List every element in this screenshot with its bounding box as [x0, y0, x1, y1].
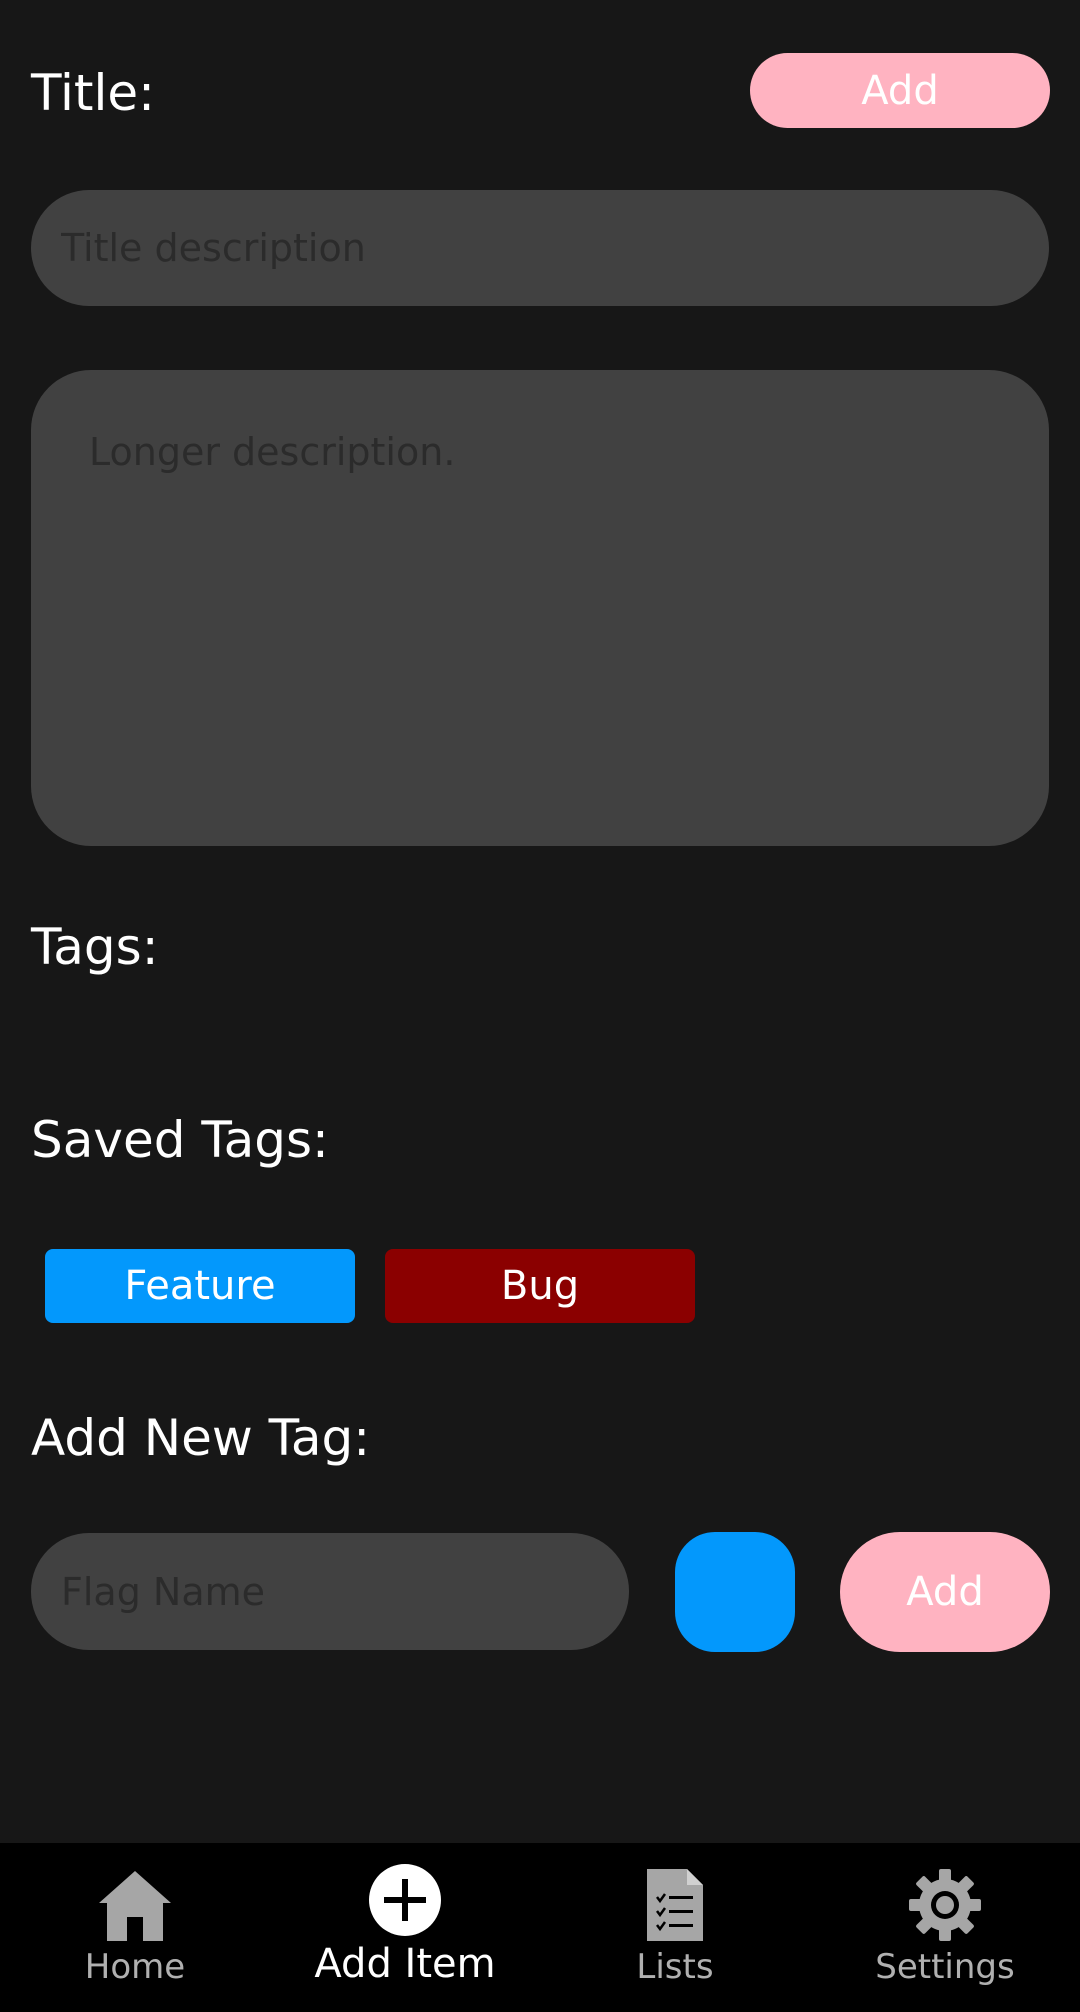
- gear-icon: [907, 1867, 983, 1947]
- nav-label-home: Home: [84, 1947, 186, 1987]
- saved-tags-label: Saved Tags:: [31, 1111, 329, 1169]
- bottom-navigation-bar: Home Add Item Lists Settings: [0, 1843, 1080, 2012]
- add-circle-icon: [368, 1863, 442, 1941]
- nav-item-home[interactable]: Home: [30, 1843, 240, 2012]
- tags-label: Tags:: [31, 918, 159, 976]
- nav-label-add-item: Add Item: [314, 1941, 496, 1987]
- tag-color-picker[interactable]: [675, 1532, 795, 1652]
- add-new-tag-label: Add New Tag:: [31, 1409, 371, 1467]
- add-tag-button[interactable]: Add: [840, 1532, 1050, 1652]
- add-item-button[interactable]: Add: [750, 53, 1050, 128]
- title-label: Title:: [31, 64, 155, 122]
- saved-tag-bug[interactable]: Bug: [385, 1249, 695, 1323]
- nav-item-lists[interactable]: Lists: [570, 1843, 780, 2012]
- flag-name-input[interactable]: [31, 1533, 629, 1650]
- description-textarea[interactable]: [31, 370, 1049, 846]
- list-document-icon: [645, 1867, 705, 1947]
- saved-tag-feature[interactable]: Feature: [45, 1249, 355, 1323]
- nav-label-settings: Settings: [875, 1947, 1015, 1987]
- nav-label-lists: Lists: [636, 1947, 714, 1987]
- home-icon: [97, 1867, 173, 1947]
- nav-item-add-item[interactable]: Add Item: [300, 1843, 510, 2012]
- nav-item-settings[interactable]: Settings: [840, 1843, 1050, 2012]
- add-item-screen: Title: Add Tags: Saved Tags: Feature Bug…: [0, 0, 1080, 2012]
- title-input[interactable]: [31, 190, 1049, 306]
